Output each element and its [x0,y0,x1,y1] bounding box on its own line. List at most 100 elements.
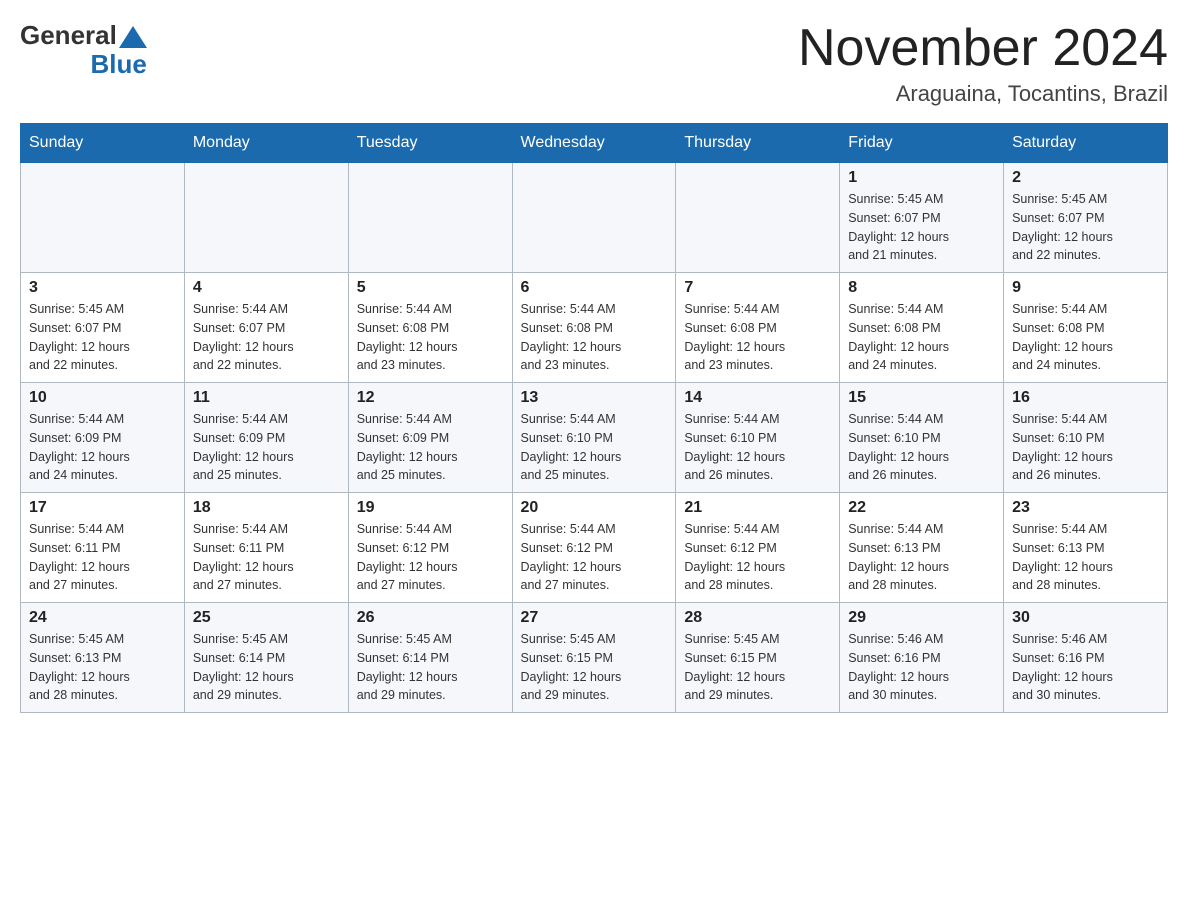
day-number: 12 [357,389,504,407]
day-info: Sunrise: 5:44 AMSunset: 6:10 PMDaylight:… [848,410,995,485]
calendar-cell: 29 Sunrise: 5:46 AMSunset: 6:16 PMDayligh… [840,603,1004,713]
day-number: 8 [848,279,995,297]
calendar-cell: 19Sunrise: 5:44 AMSunset: 6:12 PMDayligh… [348,493,512,603]
calendar-cell: 5 Sunrise: 5:44 AMSunset: 6:08 PMDaylight… [348,273,512,383]
calendar-body: 1 Sunrise: 5:45 AMSunset: 6:07 PMDaylight… [21,163,1168,713]
day-info: Sunrise: 5:45 AMSunset: 6:07 PMDaylight:… [1012,190,1159,265]
day-number: 27 [521,609,668,627]
day-info: Sunrise: 5:44 AMSunset: 6:08 PMDaylight:… [357,300,504,375]
weekday-header-friday: Friday [840,124,1004,163]
calendar-cell: 28 Sunrise: 5:45 AMSunset: 6:15 PMDayligh… [676,603,840,713]
day-info: Sunrise: 5:46 AMSunset: 6:16 PMDaylight:… [1012,630,1159,705]
calendar-row: 1 Sunrise: 5:45 AMSunset: 6:07 PMDaylight… [21,163,1168,273]
weekday-header-saturday: Saturday [1004,124,1168,163]
calendar-table: SundayMondayTuesdayWednesdayThursdayFrid… [20,123,1168,713]
calendar-cell: 12 Sunrise: 5:44 AMSunset: 6:09 PMDayligh… [348,383,512,493]
day-number: 4 [193,279,340,297]
calendar-cell: 2 Sunrise: 5:45 AMSunset: 6:07 PMDaylight… [1004,163,1168,273]
calendar-cell: 22 Sunrise: 5:44 AMSunset: 6:13 PMDayligh… [840,493,1004,603]
day-info: Sunrise: 5:46 AMSunset: 6:16 PMDaylight:… [848,630,995,705]
day-number: 22 [848,499,995,517]
day-number: 1 [848,169,995,187]
calendar-cell [512,163,676,273]
day-info: Sunrise: 5:44 AMSunset: 6:10 PMDaylight:… [1012,410,1159,485]
calendar-cell: 23 Sunrise: 5:44 AMSunset: 6:13 PMDayligh… [1004,493,1168,603]
day-info: Sunrise: 5:45 AMSunset: 6:07 PMDaylight:… [29,300,176,375]
day-info: Sunrise: 5:44 AMSunset: 6:09 PMDaylight:… [357,410,504,485]
logo-general-text: General [20,20,117,51]
logo: General Blue [20,20,147,80]
logo-blue-text: Blue [90,49,146,79]
calendar-cell: 16 Sunrise: 5:44 AMSunset: 6:10 PMDayligh… [1004,383,1168,493]
weekday-header-sunday: Sunday [21,124,185,163]
day-number: 18 [193,499,340,517]
day-info: Sunrise: 5:44 AMSunset: 6:12 PMDaylight:… [357,520,504,595]
calendar-cell: 27 Sunrise: 5:45 AMSunset: 6:15 PMDayligh… [512,603,676,713]
day-info: Sunrise: 5:45 AMSunset: 6:14 PMDaylight:… [357,630,504,705]
day-number: 28 [684,609,831,627]
day-info: Sunrise: 5:44 AMSunset: 6:13 PMDaylight:… [1012,520,1159,595]
day-number: 5 [357,279,504,297]
day-number: 23 [1012,499,1159,517]
month-title: November 2024 [798,20,1168,77]
day-number: 10 [29,389,176,407]
day-info: Sunrise: 5:44 AMSunset: 6:08 PMDaylight:… [1012,300,1159,375]
day-number: 17 [29,499,176,517]
weekday-header-thursday: Thursday [676,124,840,163]
logo-icon: General Blue [20,20,147,80]
weekday-header-tuesday: Tuesday [348,124,512,163]
day-number: 20 [521,499,668,517]
day-number: 9 [1012,279,1159,297]
calendar-cell: 30Sunrise: 5:46 AMSunset: 6:16 PMDayligh… [1004,603,1168,713]
day-info: Sunrise: 5:45 AMSunset: 6:15 PMDaylight:… [684,630,831,705]
calendar-cell: 26Sunrise: 5:45 AMSunset: 6:14 PMDayligh… [348,603,512,713]
day-number: 25 [193,609,340,627]
day-number: 11 [193,389,340,407]
day-number: 3 [29,279,176,297]
calendar-cell [676,163,840,273]
logo-triangle-icon [119,26,147,48]
calendar-cell: 7 Sunrise: 5:44 AMSunset: 6:08 PMDaylight… [676,273,840,383]
day-info: Sunrise: 5:44 AMSunset: 6:08 PMDaylight:… [684,300,831,375]
day-number: 15 [848,389,995,407]
day-number: 16 [1012,389,1159,407]
calendar-cell: 4 Sunrise: 5:44 AMSunset: 6:07 PMDaylight… [184,273,348,383]
day-number: 7 [684,279,831,297]
calendar-cell: 13 Sunrise: 5:44 AMSunset: 6:10 PMDayligh… [512,383,676,493]
day-info: Sunrise: 5:44 AMSunset: 6:13 PMDaylight:… [848,520,995,595]
calendar-row: 17 Sunrise: 5:44 AMSunset: 6:11 PMDayligh… [21,493,1168,603]
calendar-cell: 14 Sunrise: 5:44 AMSunset: 6:10 PMDayligh… [676,383,840,493]
calendar-cell: 10Sunrise: 5:44 AMSunset: 6:09 PMDayligh… [21,383,185,493]
weekday-header-monday: Monday [184,124,348,163]
day-number: 13 [521,389,668,407]
day-number: 6 [521,279,668,297]
weekday-header-wednesday: Wednesday [512,124,676,163]
day-info: Sunrise: 5:44 AMSunset: 6:08 PMDaylight:… [848,300,995,375]
day-info: Sunrise: 5:44 AMSunset: 6:07 PMDaylight:… [193,300,340,375]
day-number: 14 [684,389,831,407]
day-info: Sunrise: 5:44 AMSunset: 6:11 PMDaylight:… [29,520,176,595]
day-info: Sunrise: 5:44 AMSunset: 6:10 PMDaylight:… [684,410,831,485]
day-info: Sunrise: 5:44 AMSunset: 6:08 PMDaylight:… [521,300,668,375]
location-text: Araguaina, Tocantins, Brazil [798,81,1168,107]
calendar-cell [184,163,348,273]
calendar-cell: 17 Sunrise: 5:44 AMSunset: 6:11 PMDayligh… [21,493,185,603]
day-number: 2 [1012,169,1159,187]
day-info: Sunrise: 5:44 AMSunset: 6:09 PMDaylight:… [193,410,340,485]
day-number: 29 [848,609,995,627]
calendar-cell: 6 Sunrise: 5:44 AMSunset: 6:08 PMDaylight… [512,273,676,383]
day-info: Sunrise: 5:45 AMSunset: 6:15 PMDaylight:… [521,630,668,705]
day-info: Sunrise: 5:44 AMSunset: 6:11 PMDaylight:… [193,520,340,595]
day-info: Sunrise: 5:45 AMSunset: 6:07 PMDaylight:… [848,190,995,265]
calendar-row: 24Sunrise: 5:45 AMSunset: 6:13 PMDayligh… [21,603,1168,713]
day-number: 21 [684,499,831,517]
calendar-header: SundayMondayTuesdayWednesdayThursdayFrid… [21,124,1168,163]
calendar-cell: 9 Sunrise: 5:44 AMSunset: 6:08 PMDaylight… [1004,273,1168,383]
calendar-cell: 11 Sunrise: 5:44 AMSunset: 6:09 PMDayligh… [184,383,348,493]
day-info: Sunrise: 5:44 AMSunset: 6:10 PMDaylight:… [521,410,668,485]
calendar-cell: 1 Sunrise: 5:45 AMSunset: 6:07 PMDaylight… [840,163,1004,273]
day-info: Sunrise: 5:45 AMSunset: 6:13 PMDaylight:… [29,630,176,705]
calendar-cell: 25Sunrise: 5:45 AMSunset: 6:14 PMDayligh… [184,603,348,713]
title-block: November 2024 Araguaina, Tocantins, Braz… [798,20,1168,107]
calendar-cell: 21Sunrise: 5:44 AMSunset: 6:12 PMDayligh… [676,493,840,603]
